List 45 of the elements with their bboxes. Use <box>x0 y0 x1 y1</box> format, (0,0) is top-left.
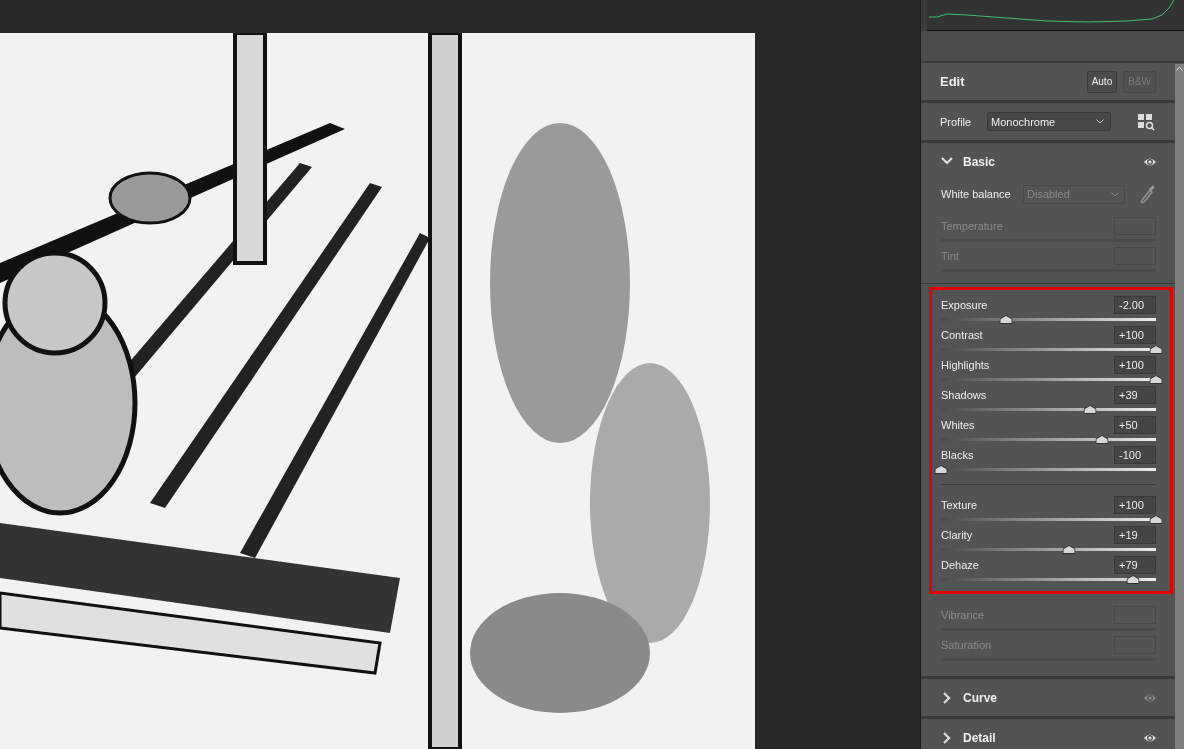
balance-label: White balance <box>941 188 1012 200</box>
section-header[interactable]: Curve <box>921 679 1175 716</box>
slider-label: Clarity <box>941 529 973 541</box>
slider-label: Texture <box>941 499 978 511</box>
slider-thumb[interactable] <box>1149 515 1163 524</box>
value-field[interactable]: +100 <box>1114 356 1156 374</box>
chevron-right-icon[interactable] <box>941 731 953 744</box>
slider-label: Contrast <box>941 329 983 341</box>
slider-label: Shadows <box>941 389 987 401</box>
slider-thumb[interactable] <box>1149 345 1163 354</box>
toggle-button[interactable]: Auto <box>1086 70 1118 93</box>
browse-profiles-icon[interactable] <box>1137 112 1155 131</box>
slider-label: Blacks <box>941 449 974 461</box>
slider-thumb[interactable] <box>1095 435 1109 444</box>
slider-thumb[interactable] <box>999 315 1012 324</box>
chevron-down-icon[interactable] <box>1096 119 1104 124</box>
section-header[interactable]: Detail <box>921 719 1175 749</box>
value-field[interactable]: +79 <box>1114 556 1156 574</box>
slider-label: Whites <box>941 419 975 431</box>
profile-label: Profile <box>940 115 973 128</box>
section-header[interactable]: Basic <box>921 143 1175 180</box>
chevron-right-icon[interactable] <box>941 691 953 704</box>
value-field[interactable]: -2.00 <box>1114 296 1156 314</box>
slider-thumb[interactable] <box>1149 375 1163 384</box>
slider-thumb[interactable] <box>934 465 948 474</box>
value-field[interactable]: +50 <box>1114 416 1156 434</box>
profile-dropdown[interactable]: Monochrome <box>987 112 1111 131</box>
scroll-up-icon[interactable] <box>1176 66 1183 71</box>
section-title: Basic <box>963 154 997 169</box>
value-field[interactable]: +39 <box>1114 386 1156 404</box>
eyedropper-icon[interactable] <box>1139 184 1155 204</box>
section-title: Detail <box>963 730 997 745</box>
slider-thumb[interactable] <box>1062 545 1076 554</box>
slider-label: Dehaze <box>941 559 979 571</box>
scrollbar[interactable] <box>1175 63 1184 749</box>
value-field[interactable]: +19 <box>1114 526 1156 544</box>
panel-title: Edit <box>940 74 966 89</box>
slider-thumb[interactable] <box>1083 405 1097 414</box>
section-title: Curve <box>963 690 998 705</box>
chevron-down-icon <box>1111 191 1119 197</box>
slider-label: Exposure <box>941 299 988 311</box>
value-field[interactable]: +100 <box>1114 496 1156 514</box>
value-field[interactable]: +100 <box>1114 326 1156 344</box>
slider-label: Highlights <box>941 359 990 371</box>
value-field[interactable]: -100 <box>1114 446 1156 464</box>
